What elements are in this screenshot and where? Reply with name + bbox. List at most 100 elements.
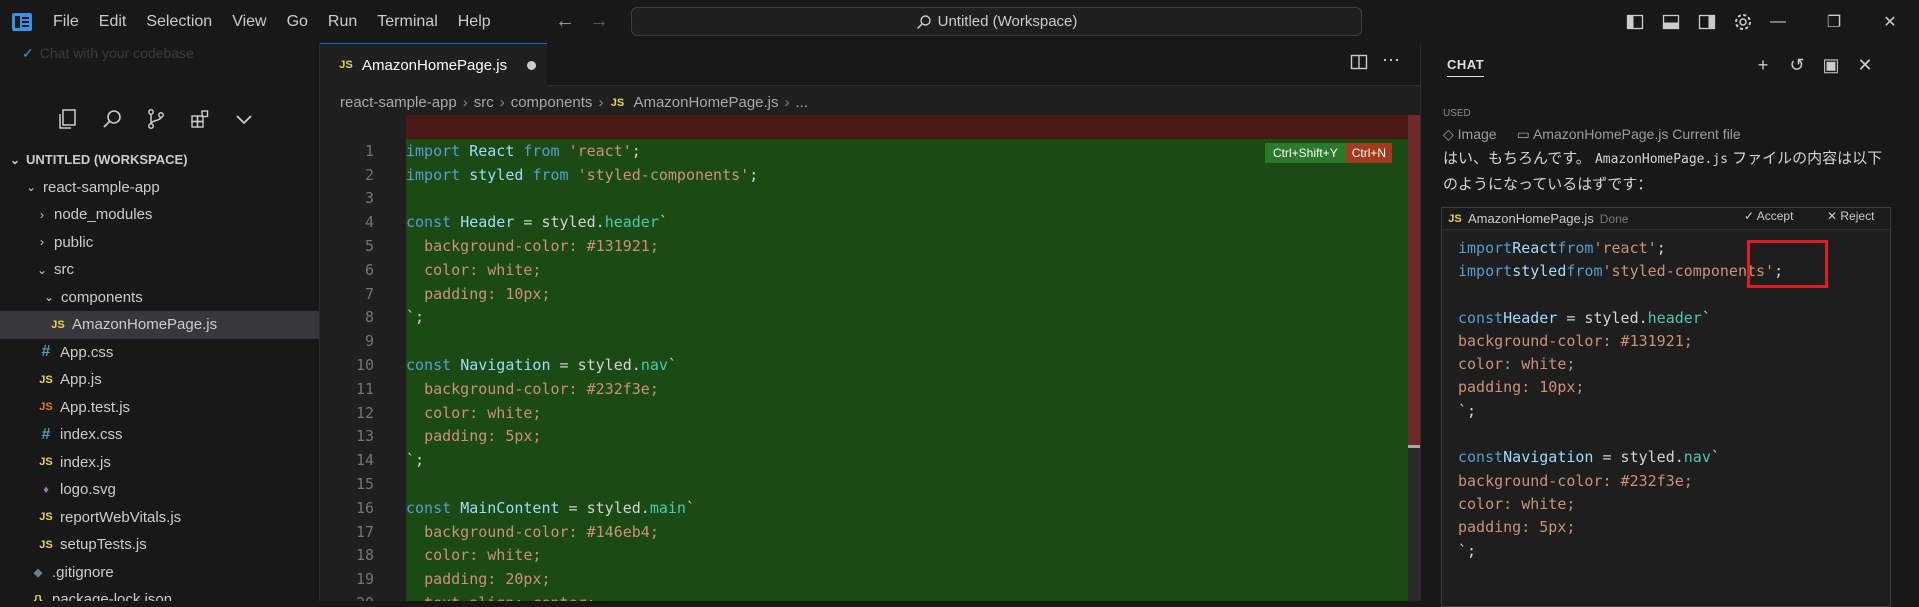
explorer-icon[interactable] bbox=[55, 106, 81, 132]
code-line[interactable]: 12 color: white; bbox=[320, 401, 1408, 425]
restore-icon[interactable]: ❐ bbox=[1806, 0, 1862, 43]
command-center[interactable]: Untitled (Workspace) bbox=[631, 7, 1362, 36]
tree-item-file[interactable]: JS index.js bbox=[0, 449, 319, 477]
scroll-thumb[interactable] bbox=[1408, 445, 1420, 448]
tree-item-folder[interactable]: ⌄ react-sample-app bbox=[0, 174, 319, 202]
toggle-panel-icon[interactable] bbox=[1656, 8, 1686, 36]
code-line[interactable]: 10 const Navigation = styled.nav` bbox=[320, 353, 1408, 377]
code-line[interactable]: 14 `; bbox=[320, 448, 1408, 472]
code-line[interactable]: 3 bbox=[320, 187, 1408, 211]
toggle-primary-sidebar-icon[interactable] bbox=[1620, 8, 1650, 36]
new-chat-icon[interactable]: + bbox=[1751, 53, 1775, 77]
tree-item-file[interactable]: JS App.test.js bbox=[0, 394, 319, 422]
tree-item-file[interactable]: ♦ logo.svg bbox=[0, 476, 319, 504]
source-control-icon[interactable] bbox=[143, 106, 169, 132]
code-block-line: color: white; bbox=[1458, 355, 1576, 374]
tree-item-file[interactable]: JS App.js bbox=[0, 366, 319, 394]
unsaved-dot-icon[interactable] bbox=[527, 60, 537, 70]
line-number: 14 bbox=[355, 451, 374, 470]
tree-item-file[interactable]: ◆ .gitignore bbox=[0, 559, 319, 587]
breadcrumb-item[interactable]: components bbox=[511, 94, 593, 111]
extensions-icon[interactable] bbox=[187, 106, 213, 132]
search-icon[interactable] bbox=[99, 106, 125, 132]
js-file-icon: JS bbox=[1448, 212, 1462, 225]
context-items: ◇ Image ▭ AmazonHomePage.js Current file bbox=[1443, 126, 1741, 143]
menu-go[interactable]: Go bbox=[277, 0, 318, 43]
history-nav: ← → bbox=[555, 10, 609, 33]
code-line[interactable]: 15 bbox=[320, 472, 1408, 496]
breadcrumb-item[interactable]: src bbox=[474, 94, 494, 111]
file-tree: ⌄ UNTITLED (WORKSPACE) ⌄ react-sample-app… bbox=[0, 146, 319, 601]
tree-item-folder[interactable]: › node_modules bbox=[0, 201, 319, 229]
chevron-down-icon: ⌄ bbox=[9, 152, 21, 167]
code-line[interactable]: 11 background-color: #232f3e; bbox=[320, 377, 1408, 401]
code-block-line: padding: 10px; bbox=[1458, 378, 1585, 397]
code-line[interactable]: 6 color: white; bbox=[320, 258, 1408, 282]
code-line[interactable]: 2 import styled from 'styled-components'; bbox=[320, 163, 1408, 187]
menu-terminal[interactable]: Terminal bbox=[367, 0, 447, 43]
tree-item-file[interactable]: {} package-lock.json bbox=[0, 586, 319, 601]
close-icon[interactable]: ✕ bbox=[1862, 0, 1918, 43]
breadcrumb-item[interactable]: ... bbox=[796, 94, 809, 111]
forward-arrow-icon[interactable]: → bbox=[589, 10, 609, 33]
context-image[interactable]: ◇ Image bbox=[1443, 126, 1497, 143]
git-file-icon: ◆ bbox=[33, 566, 43, 579]
tree-item-file[interactable]: # App.css bbox=[0, 339, 319, 367]
code-line[interactable]: 18 color: white; bbox=[320, 544, 1408, 568]
tree-item-file-selected[interactable]: JS AmazonHomePage.js bbox=[0, 311, 319, 339]
tree-item-file[interactable]: JS reportWebVitals.js bbox=[0, 504, 319, 532]
code-line[interactable]: 20 text-align: center; bbox=[320, 591, 1408, 601]
reject-button[interactable]: ✕ Reject bbox=[1827, 209, 1874, 223]
menu-help[interactable]: Help bbox=[448, 0, 501, 43]
menu-file[interactable]: File bbox=[43, 0, 89, 43]
tree-item-folder[interactable]: › public bbox=[0, 229, 319, 257]
code-line[interactable]: 7 padding: 10px; bbox=[320, 282, 1408, 306]
tree-item-folder[interactable]: ⌄ components bbox=[0, 284, 319, 312]
menu-run[interactable]: Run bbox=[318, 0, 367, 43]
back-arrow-icon[interactable]: ← bbox=[555, 10, 575, 33]
line-code: const Header = styled.header` bbox=[406, 213, 668, 232]
line-code: padding: 10px; bbox=[424, 284, 551, 303]
close-icon[interactable]: ✕ bbox=[1853, 53, 1877, 77]
js-file-icon: JS bbox=[39, 538, 53, 551]
minimize-icon[interactable]: — bbox=[1750, 0, 1806, 43]
chevron-down-icon[interactable] bbox=[231, 106, 257, 132]
menu-view[interactable]: View bbox=[222, 0, 276, 43]
code-line[interactable]: 17 background-color: #146eb4; bbox=[320, 520, 1408, 544]
split-editor-icon[interactable] bbox=[1350, 53, 1368, 76]
line-number: 11 bbox=[355, 379, 374, 398]
accept-button[interactable]: ✓ Accept bbox=[1744, 209, 1793, 223]
workspace-header[interactable]: ⌄ UNTITLED (WORKSPACE) bbox=[0, 146, 319, 174]
code-line[interactable]: 5 background-color: #131921; bbox=[320, 234, 1408, 258]
chat-tab[interactable]: CHAT bbox=[1447, 57, 1485, 77]
code-line[interactable]: 4 const Header = styled.header` bbox=[320, 210, 1408, 234]
tab-amazon-home-page[interactable]: JS AmazonHomePage.js bbox=[320, 43, 547, 86]
context-file[interactable]: ▭ AmazonHomePage.js Current file bbox=[1517, 126, 1741, 143]
breadcrumb: react-sample-app › src › components › JS… bbox=[340, 94, 808, 111]
more-actions-icon[interactable]: ⋯ bbox=[1382, 51, 1400, 76]
code-line[interactable]: 16 const MainContent = styled.main` bbox=[320, 496, 1408, 520]
scrollbar[interactable] bbox=[1408, 115, 1420, 601]
menu-edit[interactable]: Edit bbox=[89, 0, 137, 43]
code-editor[interactable]: Ctrl+Shift+Y Ctrl+N 1 import React from '… bbox=[320, 115, 1420, 601]
expand-icon[interactable]: ▣ bbox=[1819, 53, 1843, 77]
code-line[interactable]: 9 bbox=[320, 329, 1408, 353]
tree-item-file[interactable]: # index.css bbox=[0, 421, 319, 449]
code-block-line bbox=[1442, 422, 1890, 445]
tree-item-file[interactable]: JS setupTests.js bbox=[0, 531, 319, 559]
breadcrumb-item[interactable]: react-sample-app bbox=[340, 94, 457, 111]
tree-item-folder[interactable]: ⌄ src bbox=[0, 256, 319, 284]
breadcrumb-item[interactable]: AmazonHomePage.js bbox=[633, 94, 778, 111]
toggle-secondary-sidebar-icon[interactable] bbox=[1692, 8, 1722, 36]
code-block-line: color: white; bbox=[1458, 494, 1576, 513]
code-line[interactable]: 19 padding: 20px; bbox=[320, 567, 1408, 591]
explorer-sidebar: ✓ Chat with your codebase ⌄ UNTITLED (WOR… bbox=[0, 43, 320, 601]
history-icon[interactable]: ↺ bbox=[1785, 53, 1809, 77]
menu-selection[interactable]: Selection bbox=[136, 0, 222, 43]
line-number: 3 bbox=[364, 189, 374, 208]
code-line[interactable]: 1 import React from 'react'; bbox=[320, 139, 1408, 163]
line-code: color: white; bbox=[424, 403, 542, 422]
line-number: 9 bbox=[364, 332, 374, 351]
code-line[interactable]: 13 padding: 5px; bbox=[320, 425, 1408, 449]
code-line[interactable]: 8 `; bbox=[320, 306, 1408, 330]
